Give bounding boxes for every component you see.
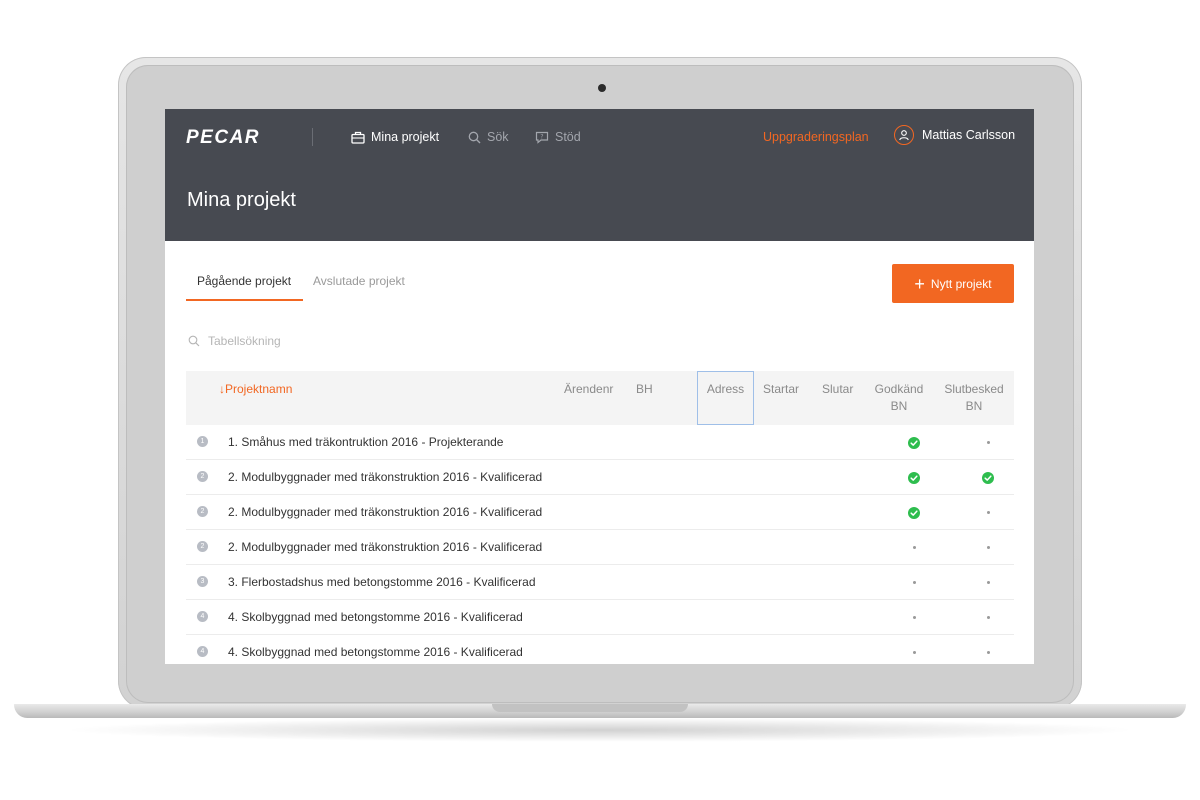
project-name: 4. Skolbyggnad med betongstomme 2016 - K… [228,645,523,659]
user-name: Mattias Carlsson [922,128,1016,142]
table-row[interactable]: 3 3. Flerbostadshus med betongstomme 2016… [186,565,1014,600]
app-screen: PECAR Mina projekt Sök ? Stöd Uppgraderi… [165,109,1034,664]
tab-pagaende-projekt[interactable]: Pågående projekt [197,274,291,288]
tab-avslutade-projekt[interactable]: Avslutade projekt [313,274,405,288]
column-header-arendenr[interactable]: Ärendenr [564,381,613,398]
svg-text:?: ? [540,133,543,140]
new-project-label: Nytt projekt [930,276,992,291]
status-empty-dot [912,581,916,584]
status-empty-dot [912,546,916,549]
column-header-slutar[interactable]: Slutar [822,381,853,398]
table-search [188,333,410,349]
search-icon [468,131,481,143]
laptop-notch [492,704,688,712]
row-number-badge: 2 [197,471,208,482]
column-header-adress[interactable]: Adress [697,381,754,398]
camera-dot [598,84,606,92]
column-header-slutbesked-bn[interactable]: Slutbesked BN [939,381,1009,415]
briefcase-icon [351,131,365,144]
plus-icon: + [914,273,925,294]
table-row[interactable]: 4 4. Skolbyggnad med betongstomme 2016 - … [186,635,1014,664]
project-name: 2. Modulbyggnader med träkonstruktion 20… [228,470,543,484]
new-project-button[interactable]: + Nytt projekt [892,264,1014,303]
table-row[interactable]: 4 4. Skolbyggnad med betongstomme 2016 - … [186,600,1014,635]
help-chat-icon: ? [535,131,549,144]
check-circle-icon [982,471,994,484]
header-divider [312,128,313,146]
status-empty-dot [986,616,990,619]
active-tab-indicator [186,299,303,301]
status-empty-dot [986,546,990,549]
user-menu[interactable]: Mattias Carlsson [894,125,1015,145]
project-name: 4. Skolbyggnad med betongstomme 2016 - K… [228,610,523,624]
column-header-godkand-bn[interactable]: Godkänd BN [869,381,929,415]
project-name: 3. Flerbostadshus med betongstomme 2016 … [228,575,536,589]
search-icon [188,335,200,347]
project-name: 2. Modulbyggnader med träkonstruktion 20… [228,505,543,519]
status-empty-dot [986,651,990,654]
column-header-projektnamn[interactable]: ↓Projektnamn [219,381,292,398]
row-number-badge: 4 [197,646,208,657]
status-empty-dot [986,511,990,514]
nav-stod[interactable]: ? Stöd [535,129,581,145]
nav-label: Sök [487,130,509,144]
avatar [894,125,914,145]
nav-label: Mina projekt [371,130,440,144]
nav-mina-projekt[interactable]: Mina projekt [351,129,439,145]
table-row[interactable]: 2 2. Modulbyggnader med träkonstruktion 2… [186,460,1014,495]
check-circle-icon [908,436,920,449]
row-number-badge: 3 [197,576,208,587]
column-focus-outline [697,371,754,425]
table-row[interactable]: 2 2. Modulbyggnader med träkonstruktion 2… [186,495,1014,530]
top-header: PECAR Mina projekt Sök ? Stöd Uppgraderi… [165,109,1034,241]
status-empty-dot [912,616,916,619]
page-title: Mina projekt [187,189,296,211]
check-circle-icon [908,506,920,519]
nav-label: Stöd [555,130,581,144]
user-icon [899,130,909,141]
project-name: 2. Modulbyggnader med träkonstruktion 20… [228,540,543,554]
nav-sok[interactable]: Sök [468,129,509,145]
check-circle-icon [908,471,920,484]
table-row[interactable]: 2 2. Modulbyggnader med träkonstruktion 2… [186,530,1014,565]
table-search-input[interactable] [206,333,410,349]
status-empty-dot [986,441,990,444]
table-header: ↓Projektnamn Ärendenr BH Adress Startar … [186,371,1014,425]
laptop-shadow [60,718,1140,742]
row-number-badge: 2 [197,506,208,517]
upgrade-plan-link[interactable]: Uppgraderingsplan [763,130,869,144]
row-number-badge: 4 [197,611,208,622]
column-header-bh[interactable]: BH [636,381,653,398]
row-number-badge: 2 [197,541,208,552]
project-name: 1. Småhus med träkontruktion 2016 - Proj… [228,435,504,449]
table-row[interactable]: 1 1. Småhus med träkontruktion 2016 - Pro… [186,425,1014,460]
row-number-badge: 1 [197,436,208,447]
column-header-startar[interactable]: Startar [763,381,799,398]
pecar-logo[interactable]: PECAR [186,127,260,149]
status-empty-dot [912,651,916,654]
status-empty-dot [986,581,990,584]
